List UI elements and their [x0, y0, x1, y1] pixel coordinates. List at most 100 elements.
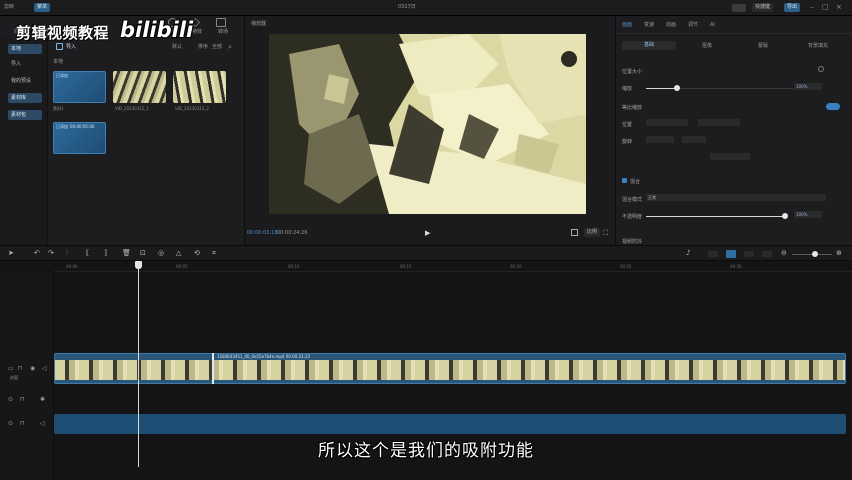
- preview-axis-icon[interactable]: [762, 251, 772, 257]
- fit-icon[interactable]: [571, 229, 578, 236]
- sidebar-item-local[interactable]: 本地: [8, 44, 42, 54]
- zoom-out-icon[interactable]: ⊖: [781, 250, 787, 257]
- play-icon[interactable]: ▶: [425, 229, 430, 237]
- track-lock-icon[interactable]: ⊓: [18, 366, 23, 372]
- media-thumb-1-name: 素材1: [53, 106, 64, 111]
- audio-clip[interactable]: [54, 414, 846, 434]
- audio-mute-icon[interactable]: ◁: [40, 421, 45, 427]
- blend-checkbox[interactable]: [622, 178, 627, 183]
- rotate-icon[interactable]: ⟲: [194, 250, 200, 257]
- tab-adjust[interactable]: 调节: [688, 23, 698, 28]
- video-frame: [269, 34, 586, 214]
- layout-icon[interactable]: [732, 4, 746, 12]
- media-thumb-2[interactable]: [113, 71, 166, 103]
- uniform-scale-toggle[interactable]: [826, 103, 840, 110]
- search-icon[interactable]: ⌕: [228, 44, 232, 51]
- zoom-slider-handle[interactable]: [812, 251, 818, 257]
- delete-icon[interactable]: 🗑: [122, 250, 131, 257]
- media-thumb-4[interactable]: 已添加 00:00:05:00: [53, 122, 106, 154]
- scale-slider-handle[interactable]: [674, 85, 680, 91]
- sort-button[interactable]: 排序: [198, 45, 208, 50]
- scale-value[interactable]: 100%: [794, 83, 822, 90]
- split-icon[interactable]: ⫶: [66, 250, 68, 257]
- linkage-icon[interactable]: [744, 251, 754, 257]
- import-label[interactable]: 导入: [66, 45, 76, 50]
- clip-split-line[interactable]: [212, 353, 214, 384]
- transition-icon[interactable]: [216, 18, 226, 27]
- shortcut-button[interactable]: 快捷键: [752, 3, 774, 12]
- subtab-mask[interactable]: 蒙版: [758, 44, 768, 49]
- track-2-mute-icon[interactable]: ✱: [40, 397, 45, 403]
- maximize-icon[interactable]: □: [822, 4, 829, 11]
- close-icon[interactable]: ×: [836, 4, 842, 11]
- split-right-icon[interactable]: ⟧: [104, 250, 107, 257]
- media-thumb-2-name: VID_20230315_1: [115, 106, 149, 111]
- opacity-value[interactable]: 100%: [794, 211, 822, 218]
- export-button[interactable]: 导出: [784, 3, 801, 12]
- tab-transition[interactable]: 转场: [218, 30, 228, 35]
- tab-animation[interactable]: 动画: [666, 23, 676, 28]
- layout-button[interactable]: 菜单: [34, 3, 51, 12]
- visibility-icon[interactable]: ◉: [30, 366, 35, 372]
- snap-magnet-icon[interactable]: [726, 250, 736, 258]
- watermark-text: 剪辑视频教程: [16, 24, 110, 42]
- main-video-clip[interactable]: 1584643451_00_0e55e7b4e.mp4 00:00:21:22: [54, 353, 846, 384]
- tab-effects[interactable]: 特效: [192, 30, 202, 35]
- ratio-button[interactable]: 比例: [584, 228, 601, 237]
- position-y-field[interactable]: [698, 119, 740, 126]
- undo-icon[interactable]: ↶: [34, 250, 40, 257]
- align-field[interactable]: [710, 153, 750, 160]
- tab-ai[interactable]: AI: [710, 23, 715, 28]
- record-icon[interactable]: ◎: [158, 250, 164, 257]
- zoom-in-icon[interactable]: ⊕: [836, 250, 842, 257]
- sidebar-item-library[interactable]: 素材库: [8, 93, 42, 103]
- view-default[interactable]: 默认: [172, 45, 182, 50]
- microphone-icon[interactable]: ♪: [686, 250, 690, 257]
- track-2-lock-icon[interactable]: ⊙: [8, 397, 13, 403]
- sidebar-item-package[interactable]: 素材包: [8, 110, 42, 120]
- mirror-icon[interactable]: △: [176, 250, 181, 257]
- position-x-field[interactable]: [646, 119, 688, 126]
- split-left-icon[interactable]: ⟦: [86, 250, 89, 257]
- sidebar-item-presets[interactable]: 我的预设: [8, 76, 42, 86]
- title-bar: 剪映 菜单 0317日 快捷键 导出 – □ ×: [0, 0, 852, 16]
- redo-icon[interactable]: ↷: [48, 250, 54, 257]
- opacity-slider-handle[interactable]: [782, 213, 788, 219]
- track-2-visibility-icon[interactable]: ⊓: [20, 397, 25, 403]
- blend-mode-select[interactable]: 正常: [646, 194, 826, 201]
- lock-icon[interactable]: ▭: [8, 366, 14, 372]
- blend-mode-label: 混合模式: [622, 197, 643, 203]
- section-label: 本地: [53, 59, 64, 65]
- scale-label: 缩放: [622, 86, 633, 92]
- cover-label[interactable]: 封面: [10, 376, 18, 380]
- audio-lock-icon[interactable]: ⊙: [8, 421, 13, 427]
- fullscreen-icon[interactable]: ⛶: [603, 229, 608, 238]
- media-thumb-1[interactable]: 已添加: [53, 71, 106, 103]
- subtab-cutout[interactable]: 抠像: [702, 44, 712, 49]
- minimize-icon[interactable]: –: [810, 4, 814, 11]
- ruler-tick: 00:00: [66, 264, 78, 269]
- total-time: 00:00:24:26: [277, 230, 308, 236]
- app-menu[interactable]: 剪映: [4, 5, 14, 10]
- audio-visibility-icon[interactable]: ⊓: [20, 421, 25, 427]
- tab-speed[interactable]: 变速: [644, 23, 654, 28]
- opacity-slider-track[interactable]: [646, 216, 786, 217]
- main-track-magnet-icon[interactable]: [708, 251, 718, 257]
- position-label: 位置: [622, 122, 633, 128]
- rotate-field[interactable]: [646, 136, 674, 143]
- subtab-background[interactable]: 背景填充: [808, 44, 828, 49]
- ruler-tick: 00:30: [730, 264, 742, 269]
- subtab-basic[interactable]: 基础: [622, 41, 676, 50]
- mute-icon[interactable]: ◁: [42, 366, 47, 372]
- crop-icon[interactable]: ⌗: [212, 250, 216, 257]
- tab-picture[interactable]: 画面: [622, 23, 632, 28]
- select-tool-icon[interactable]: ➤: [8, 250, 14, 257]
- import-icon[interactable]: [56, 43, 63, 50]
- sidebar-item-import[interactable]: 导入: [8, 59, 42, 69]
- filter-all[interactable]: 全部: [212, 45, 222, 50]
- flip-field[interactable]: [682, 136, 706, 143]
- freeze-icon[interactable]: ⊡: [140, 250, 146, 257]
- reset-icon[interactable]: [818, 66, 824, 72]
- media-thumb-3[interactable]: [173, 71, 226, 103]
- blend-label: 混合: [630, 179, 641, 185]
